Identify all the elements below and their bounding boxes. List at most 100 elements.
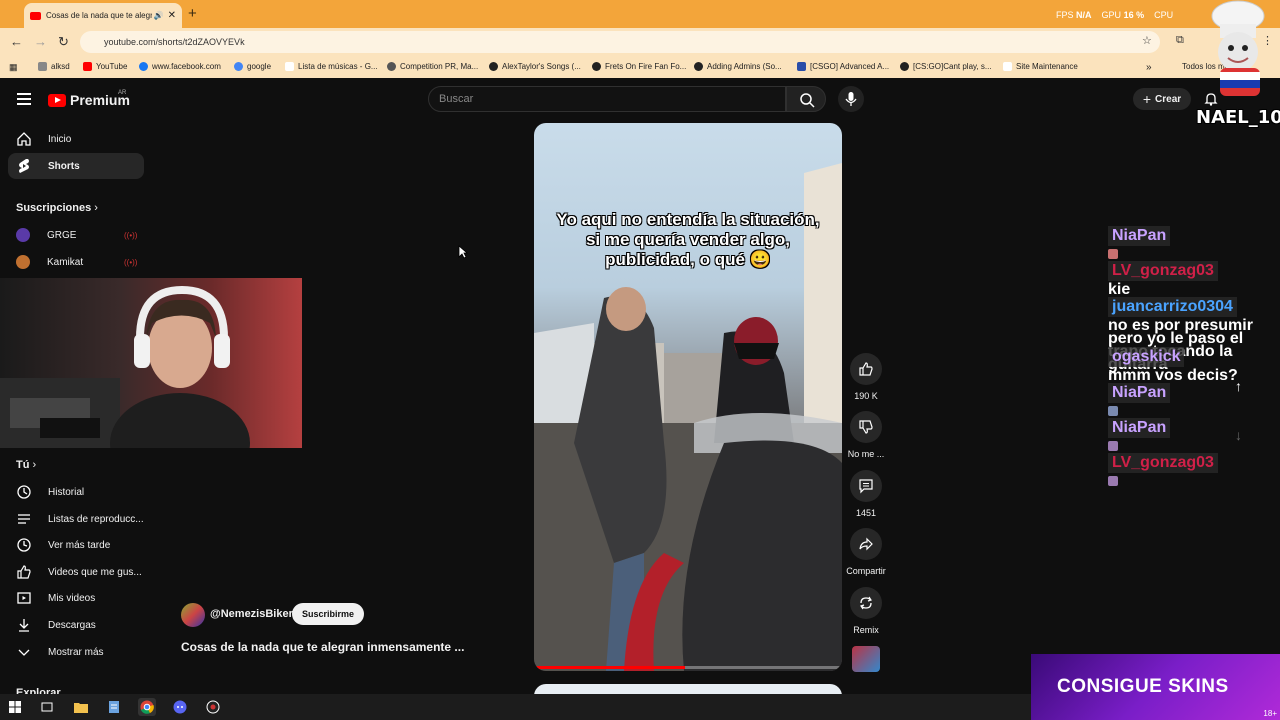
sidebar-item-label: Videos que me gus... xyxy=(48,566,142,578)
logo-region: AR xyxy=(118,90,127,96)
bookmark-item[interactable]: [CS:GO]Cant play, s... xyxy=(900,62,992,71)
obs-icon[interactable] xyxy=(204,698,222,716)
live-indicator-icon: ((•)) xyxy=(124,230,138,240)
sidebar-item-my-videos[interactable]: Mis videos xyxy=(8,585,144,611)
bookmark-item[interactable]: alksd xyxy=(38,62,70,71)
task-view-icon[interactable] xyxy=(38,698,56,716)
chat-username: ogaskick xyxy=(1108,347,1185,367)
bookmark-item[interactable]: Frets On Fire Fan Fo... xyxy=(592,62,686,71)
dislike-button[interactable]: No me ... xyxy=(842,411,890,459)
voice-search-button[interactable] xyxy=(838,86,864,112)
address-bar[interactable]: youtube.com/shorts/t2dZAOVYEVk xyxy=(80,31,1160,53)
youtube-favicon-icon xyxy=(30,11,41,20)
bookmark-item[interactable]: google xyxy=(234,62,271,71)
notifications-bell-icon[interactable] xyxy=(1203,91,1219,107)
chat-message: LV_gonzag03 xyxy=(1108,453,1278,491)
bookmark-item[interactable]: Site Maintenance xyxy=(1003,62,1078,71)
browser-toolbar: ← → ↻ youtube.com/shorts/t2dZAOVYEVk ☆ ⧉… xyxy=(0,28,1280,56)
next-short-button[interactable]: ↓ xyxy=(1235,427,1242,443)
bookmark-star-icon[interactable]: ☆ xyxy=(1142,34,1152,47)
bookmark-label: [CS:GO]Cant play, s... xyxy=(913,62,992,71)
apps-grid-icon[interactable]: ▦ xyxy=(9,62,18,73)
short-video-player[interactable]: Yo aqui no entendía la situación, si me … xyxy=(534,123,842,671)
tab-title: Cosas de la nada que te alegran inmensam… xyxy=(46,11,152,20)
fps-label: FPS xyxy=(1056,10,1074,20)
sidebar-item-historial[interactable]: Historial xyxy=(8,479,144,505)
file-explorer-icon[interactable] xyxy=(72,698,90,716)
like-button[interactable]: 190 K xyxy=(842,353,890,401)
subscription-item[interactable]: Kamikat ((•)) xyxy=(16,255,152,269)
chrome-icon[interactable] xyxy=(138,698,156,716)
you-heading-label: Tú xyxy=(16,459,30,471)
my-videos-icon xyxy=(16,590,32,606)
create-button[interactable]: + Crear xyxy=(1133,88,1191,110)
video-title[interactable]: Cosas de la nada que te alegran inmensam… xyxy=(181,640,464,654)
reload-icon[interactable]: ↻ xyxy=(58,34,69,50)
back-icon[interactable]: ← xyxy=(10,34,23,49)
chat-username: LV_gonzag03 xyxy=(1108,261,1218,281)
search-input[interactable]: Buscar xyxy=(428,86,786,112)
chat-username: NiaPan xyxy=(1108,226,1171,246)
forward-icon[interactable]: → xyxy=(34,34,47,49)
page-favicon-icon xyxy=(1003,62,1012,71)
chat-message: ogaskick mmm vos decis? xyxy=(1108,347,1278,384)
more-bookmarks-icon[interactable]: » xyxy=(1146,62,1152,73)
menu-icon[interactable] xyxy=(17,93,31,108)
page-favicon-icon xyxy=(285,62,294,71)
chat-message: NiaPan xyxy=(1108,418,1278,456)
channel-avatar[interactable] xyxy=(181,603,205,627)
chat-username: juancarrizo0304 xyxy=(1108,297,1237,317)
sidebar-item-playlists[interactable]: Listas de reproducc... xyxy=(8,506,144,532)
comments-button[interactable]: 1451 xyxy=(842,470,890,518)
dislike-label: No me ... xyxy=(847,449,885,459)
speaker-icon[interactable]: 🔊 xyxy=(154,11,164,20)
home-icon xyxy=(16,131,32,147)
chevron-right-icon: › xyxy=(94,202,98,214)
subscriptions-heading[interactable]: Suscripciones › xyxy=(16,202,98,214)
share-icon xyxy=(850,528,882,560)
share-button[interactable]: Compartir xyxy=(842,528,890,576)
extensions-icon[interactable]: ⧉ xyxy=(1176,34,1184,47)
bookmark-label: Competition PR, Ma... xyxy=(400,62,479,71)
video-progress-bar[interactable] xyxy=(534,666,842,669)
notepad-icon[interactable] xyxy=(105,698,123,716)
windows-taskbar xyxy=(0,694,1031,720)
sidebar-item-shorts[interactable]: Shorts xyxy=(8,153,144,179)
sidebar-item-label: Descargas xyxy=(48,619,96,631)
close-tab-icon[interactable]: ✕ xyxy=(168,10,176,21)
sidebar-item-inicio[interactable]: Inicio xyxy=(8,126,144,152)
bookmark-item[interactable]: AlexTaylor's Songs (... xyxy=(489,62,581,71)
new-tab-button[interactable]: + xyxy=(188,5,197,22)
page-favicon-icon xyxy=(694,62,703,71)
facebook-favicon-icon xyxy=(139,62,148,71)
search-button[interactable] xyxy=(786,86,826,112)
bookmark-item[interactable]: YouTube xyxy=(83,62,127,71)
bookmark-item[interactable]: www.facebook.com xyxy=(139,62,221,71)
youtube-premium-logo[interactable]: Premium AR xyxy=(48,90,130,108)
subscription-label: Kamikat xyxy=(47,256,84,268)
avatar xyxy=(16,228,30,242)
previous-short-button[interactable]: ↑ xyxy=(1235,378,1242,394)
channel-name[interactable]: @NemezisBiker xyxy=(210,608,293,620)
windows-start-icon[interactable] xyxy=(6,698,24,716)
you-heading[interactable]: Tú › xyxy=(16,459,36,471)
remix-button[interactable]: Remix xyxy=(842,587,890,635)
browser-tab[interactable]: Cosas de la nada que te alegran inmensam… xyxy=(24,3,182,28)
sidebar-item-liked-videos[interactable]: Videos que me gus... xyxy=(8,559,144,585)
emote-icon xyxy=(1108,406,1118,416)
chat-message: NiaPan xyxy=(1108,383,1278,421)
subscribe-button[interactable]: Suscribirme xyxy=(292,603,364,625)
streamer-name: NAEL_1001 xyxy=(1196,107,1280,128)
sidebar-item-watch-later[interactable]: Ver más tarde xyxy=(8,532,144,558)
promo-banner-text: CONSIGUE SKINS xyxy=(1057,676,1229,697)
bookmark-item[interactable]: Lista de músicas - G... xyxy=(285,62,378,71)
discord-icon[interactable] xyxy=(171,698,189,716)
subscription-item[interactable]: GRGE ((•)) xyxy=(16,228,152,242)
bookmark-item[interactable]: Competition PR, Ma... xyxy=(387,62,478,71)
sidebar-item-downloads[interactable]: Descargas xyxy=(8,612,144,638)
subscriptions-heading-label: Suscripciones xyxy=(16,202,92,214)
sidebar-item-show-more[interactable]: Mostrar más xyxy=(8,639,144,665)
audio-source-thumbnail[interactable] xyxy=(852,646,880,672)
bookmark-item[interactable]: [CSGO] Advanced A... xyxy=(797,62,889,71)
bookmark-item[interactable]: Adding Admins (So... xyxy=(694,62,782,71)
